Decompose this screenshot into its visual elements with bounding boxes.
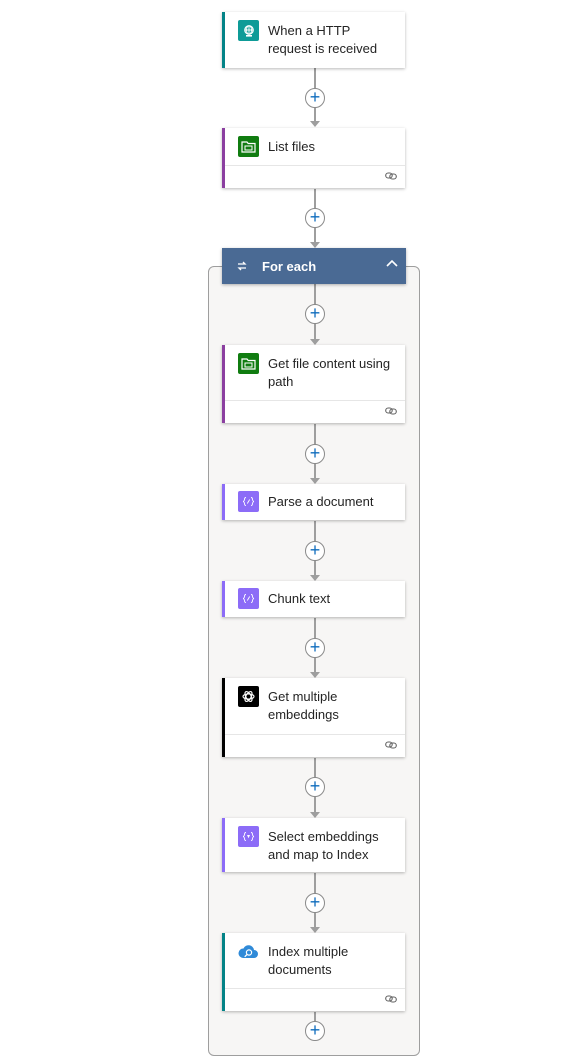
connection-link-icon[interactable]: [385, 740, 397, 750]
for-each-title: For each: [262, 258, 317, 274]
card-title: Get multiple embeddings: [268, 689, 339, 722]
add-step-button[interactable]: +: [305, 88, 325, 108]
connection-link-icon[interactable]: [385, 171, 397, 181]
connection-link-icon[interactable]: [385, 994, 397, 1004]
add-step-button[interactable]: +: [305, 638, 325, 658]
add-step-button[interactable]: +: [305, 893, 325, 913]
chunk-text-card[interactable]: Chunk text: [222, 581, 405, 617]
card-footer: [225, 734, 405, 757]
card-title: Index multiple documents: [268, 944, 349, 977]
data-operation-icon: [238, 588, 259, 609]
card-title: Get file content using path: [268, 356, 391, 389]
card-title: Chunk text: [268, 591, 331, 606]
select-embeddings-card[interactable]: Select embeddings and map to Index: [222, 818, 405, 872]
for-each-header[interactable]: For each: [222, 248, 406, 284]
openai-icon: [238, 686, 259, 707]
file-system-icon: [238, 353, 259, 374]
file-system-icon: [238, 136, 259, 157]
http-request-icon: [238, 20, 259, 41]
add-step-button[interactable]: +: [305, 208, 325, 228]
card-footer: [225, 988, 405, 1011]
add-step-button[interactable]: +: [305, 444, 325, 464]
data-operation-icon: [238, 491, 259, 512]
card-footer: [225, 165, 405, 188]
get-file-content-card[interactable]: Get file content using path: [222, 345, 405, 423]
card-footer: [225, 400, 405, 423]
chevron-up-icon[interactable]: [384, 256, 400, 272]
card-title: List files: [268, 139, 315, 154]
add-step-button[interactable]: +: [305, 777, 325, 797]
add-step-button[interactable]: +: [305, 541, 325, 561]
card-title: When a HTTP request is received: [268, 23, 378, 56]
connection-link-icon[interactable]: [385, 406, 397, 416]
select-operation-icon: [238, 826, 259, 847]
ai-search-icon: [238, 941, 259, 962]
index-documents-card[interactable]: Index multiple documents: [222, 933, 405, 1011]
card-title: Parse a document: [268, 494, 374, 509]
trigger-http-request-card[interactable]: When a HTTP request is received: [222, 12, 405, 68]
list-files-card[interactable]: List files: [222, 128, 405, 188]
add-step-button[interactable]: +: [305, 304, 325, 324]
card-title: Select embeddings and map to Index: [268, 829, 379, 862]
parse-document-card[interactable]: Parse a document: [222, 484, 405, 520]
get-embeddings-card[interactable]: Get multiple embeddings: [222, 678, 405, 757]
loop-icon: [237, 261, 247, 271]
add-step-button[interactable]: +: [305, 1021, 325, 1041]
